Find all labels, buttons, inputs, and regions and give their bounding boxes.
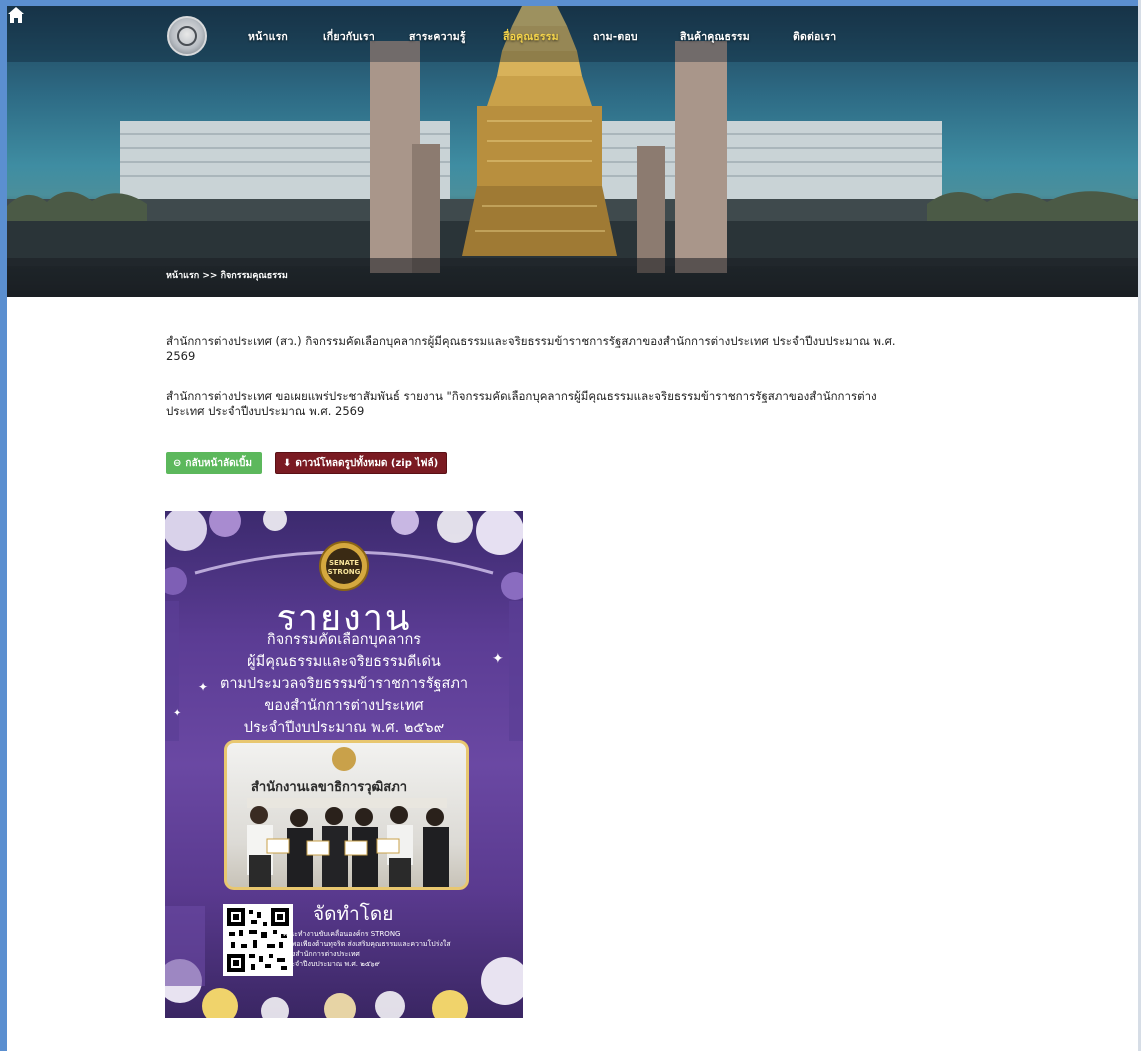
nav-item-faq[interactable]: ถาม-ตอบ xyxy=(593,28,638,45)
breadcrumb[interactable]: หน้าแรก >> กิจกรรมคุณธรรม xyxy=(166,268,288,282)
download-icon: ⬇ xyxy=(283,457,292,469)
group-photo-figures xyxy=(247,747,449,887)
senate-emblem-icon[interactable] xyxy=(167,16,207,56)
hero-banner: หน้าแรก เกี่ยวกับเรา สาระความรู้ สื่อคุณ… xyxy=(7,6,1138,297)
poster-line-1: กิจกรรมคัดเลือกบุคลากร xyxy=(266,632,422,648)
nav-item-contact[interactable]: ติดต่อเรา xyxy=(793,28,836,45)
poster-line-4: ของสำนักการต่างประเทศ xyxy=(264,698,424,714)
nav-item-home[interactable]: หน้าแรก xyxy=(248,28,288,45)
made-by-line-4: ประจำปีงบประมาณ พ.ศ. ๒๕๖๙ xyxy=(283,960,380,968)
badge-text-line2: STRONG xyxy=(327,568,361,576)
qr-code-icon xyxy=(227,908,289,972)
emblem-ring xyxy=(177,26,197,46)
group-photo: สำนักงานเลขาธิการวุฒิสภา xyxy=(224,740,469,890)
window-frame-left xyxy=(0,0,7,1051)
download-button-label: ดาวน์โหลดรูปทั้งหมด (zip ไฟล์) xyxy=(295,457,439,469)
poster-line-3: ตามประมวลจริยธรรมข้าราชการรัฐสภา xyxy=(219,676,469,692)
nav-item-products[interactable]: สินค้าคุณธรรม xyxy=(680,28,750,45)
back-circle-icon: ⊖ xyxy=(173,457,182,469)
photo-banner-text: สำนักงานเลขาธิการวุฒิสภา xyxy=(251,780,408,795)
made-by-heading: จัดทำโดย xyxy=(313,903,394,925)
nav-item-knowledge[interactable]: สาระความรู้ xyxy=(409,28,466,45)
page-description: สำนักการต่างประเทศ ขอเผยแพร่ประชาสัมพันธ… xyxy=(166,389,877,418)
poster-line-2: ผู้มีคุณธรรมและจริยธรรมดีเด่น xyxy=(247,654,441,670)
nav-item-media[interactable]: สื่อคุณธรรม xyxy=(503,28,559,45)
back-button-label: กลับหน้าลัดเบิ้ม xyxy=(185,457,252,469)
download-zip-button[interactable]: ⬇ ดาวน์โหลดรูปทั้งหมด (zip ไฟล์) xyxy=(275,452,447,474)
badge-text-line1: SENATE xyxy=(328,559,360,567)
nav-item-about[interactable]: เกี่ยวกับเรา xyxy=(323,28,375,45)
report-poster-image[interactable]: ✦ ✦ ✦ SENATE STRONG รายงาน กิจกรรมคัดเลื… xyxy=(165,511,523,1018)
page-title: สำนักการต่างประเทศ (สว.) กิจกรรมคัดเลือก… xyxy=(166,334,896,363)
back-button[interactable]: ⊖ กลับหน้าลัดเบิ้ม xyxy=(166,452,262,474)
poster-line-5: ประจำปีงบประมาณ พ.ศ. ๒๕๖๙ xyxy=(243,720,445,736)
home-icon[interactable] xyxy=(7,6,25,24)
